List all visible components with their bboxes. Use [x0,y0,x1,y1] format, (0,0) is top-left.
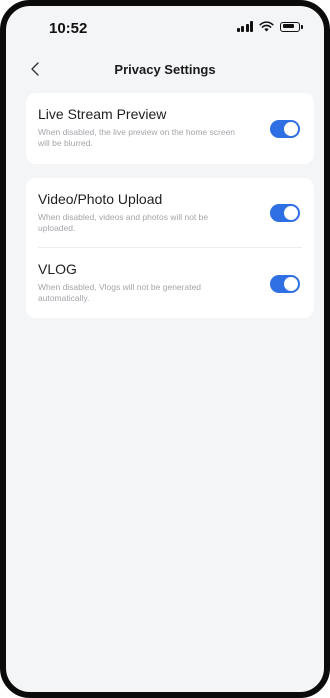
wifi-icon [259,21,274,32]
battery-icon [280,21,303,32]
setting-title: VLOG [38,261,77,277]
setting-description: When disabled, videos and photos will no… [38,212,209,233]
status-time: 10:52 [49,20,88,37]
settings-card-preview: Live Stream Preview When disabled, the l… [26,93,314,164]
setting-title: Video/Photo Upload [38,191,163,207]
phone-frame: 10:52 Privacy Settings Live Stream Previ… [0,0,330,698]
live-stream-preview-toggle[interactable] [270,120,300,138]
setting-row-live-stream-preview: Live Stream Preview When disabled, the l… [26,93,314,164]
setting-title: Live Stream Preview [38,106,167,122]
signal-icon [236,21,253,32]
setting-row-video-photo-upload: Video/Photo Upload When disabled, videos… [26,178,314,248]
video-photo-upload-toggle[interactable] [270,204,300,222]
page-title: Privacy Settings [114,62,216,77]
vlog-toggle[interactable] [270,275,300,293]
toggle-knob [284,122,298,136]
setting-description: When disabled, Vlogs will not be generat… [38,282,202,303]
nav-bar: Privacy Settings [6,54,324,84]
toggle-knob [284,277,298,291]
settings-card-media: Video/Photo Upload When disabled, videos… [26,178,314,318]
setting-description: When disabled, the live preview on the h… [38,127,236,148]
status-bar: 10:52 [6,6,324,50]
toggle-knob [284,206,298,220]
setting-row-vlog: VLOG When disabled, Vlogs will not be ge… [26,248,314,318]
status-icons [236,21,303,32]
